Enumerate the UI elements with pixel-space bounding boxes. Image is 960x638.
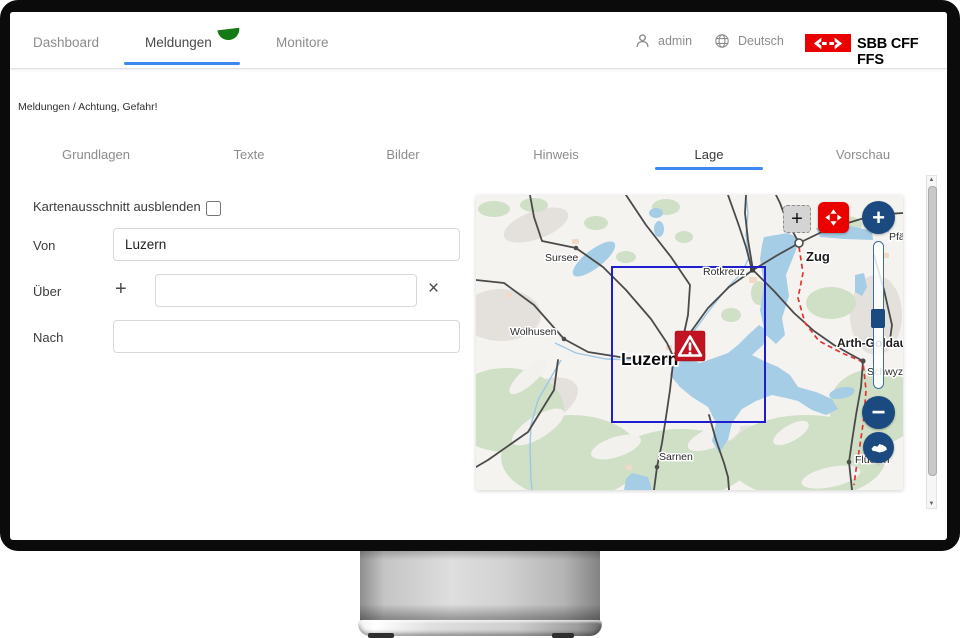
browser-viewport: Dashboard Meldungen Monitore admin [10, 12, 947, 540]
pan-mode-button[interactable] [818, 202, 849, 233]
nach-label: Nach [33, 330, 63, 345]
town-label: Sursee [545, 252, 578, 264]
switzerland-icon [869, 441, 889, 454]
plus-icon: + [791, 208, 803, 231]
tab-label: Lage [695, 147, 724, 162]
von-label: Von [33, 238, 55, 253]
town-label: Luzern [621, 349, 678, 369]
nav-item-monitore[interactable]: Monitore [276, 35, 329, 50]
hide-map-checkbox[interactable] [206, 201, 221, 216]
town-label: Arth-Goldau [837, 336, 903, 350]
tab-label: Vorschau [836, 147, 890, 162]
draw-rectangle-button[interactable]: + [783, 205, 811, 233]
town-label: Zug [806, 249, 830, 264]
zoom-in-button[interactable]: + [862, 201, 895, 234]
user-menu[interactable]: admin [635, 33, 692, 48]
user-icon [635, 33, 650, 48]
nav-item-meldungen[interactable]: Meldungen [145, 35, 212, 50]
page: Dashboard Meldungen Monitore admin [0, 0, 960, 638]
move-arrows-icon [824, 208, 843, 227]
map-graphics: Sursee Wolhusen Luzern Rotkreuz Zug Arth… [476, 195, 903, 490]
hide-map-label: Kartenausschnitt ausblenden [33, 199, 201, 214]
danger-marker-icon[interactable] [675, 331, 705, 361]
tab-bilder[interactable]: Bilder [343, 145, 463, 173]
top-navbar: Dashboard Meldungen Monitore admin [10, 12, 947, 69]
tab-label: Hinweis [533, 147, 579, 162]
tab-label: Bilder [386, 147, 419, 162]
nav-item-dashboard[interactable]: Dashboard [33, 35, 99, 50]
tab-label: Grundlagen [62, 147, 130, 162]
notification-badge [217, 28, 240, 42]
nach-input[interactable] [113, 320, 460, 353]
close-icon: × [428, 278, 439, 299]
scroll-up-icon[interactable]: ▲ [927, 177, 936, 183]
globe-icon [714, 33, 730, 49]
clear-via-button[interactable]: × [428, 280, 439, 298]
language-label: Deutsch [738, 34, 784, 48]
town-label: Wolhusen [510, 326, 557, 338]
scrollbar-thumb[interactable] [928, 186, 937, 476]
active-tab-underline [655, 167, 763, 170]
nav-item-label: Monitore [276, 35, 329, 50]
sbb-arrows-icon [808, 36, 848, 51]
monitor-foot [368, 633, 394, 638]
active-nav-underline [124, 62, 240, 65]
tab-hinweis[interactable]: Hinweis [496, 145, 616, 173]
monitor-stand [360, 551, 600, 621]
zoom-slider-handle[interactable] [871, 309, 885, 328]
town-label: Pfäffikon [889, 231, 903, 243]
nav-item-label: Meldungen [145, 35, 212, 50]
zoom-out-button[interactable]: − [862, 396, 895, 429]
tab-grundlagen[interactable]: Grundlagen [36, 145, 156, 173]
plus-icon: + [872, 205, 885, 231]
scroll-down-icon[interactable]: ▼ [927, 501, 936, 507]
monitor-frame: Dashboard Meldungen Monitore admin [0, 0, 960, 551]
ueber-label: Über [33, 284, 61, 299]
plus-icon: + [115, 278, 127, 300]
add-via-button[interactable]: + [115, 280, 127, 298]
vertical-scrollbar[interactable]: ▲ ▼ [926, 175, 937, 509]
brand-wordmark: SBB CFF FFS [857, 36, 947, 68]
tab-texte[interactable]: Texte [189, 145, 309, 173]
ueber-input[interactable] [155, 274, 417, 307]
minus-icon: − [871, 399, 885, 427]
map-canvas[interactable]: Sursee Wolhusen Luzern Rotkreuz Zug Arth… [476, 195, 903, 490]
monitor-foot [552, 633, 574, 638]
tab-label: Texte [233, 147, 264, 162]
reset-extent-button[interactable] [863, 432, 894, 463]
user-name: admin [658, 34, 692, 48]
sbb-logo[interactable] [805, 34, 851, 52]
von-input[interactable] [113, 228, 460, 261]
language-switcher[interactable]: Deutsch [714, 33, 784, 49]
nav-item-label: Dashboard [33, 35, 99, 50]
breadcrumb: Meldungen / Achtung, Gefahr! [18, 101, 158, 113]
tab-vorschau[interactable]: Vorschau [803, 145, 923, 173]
town-label: Rotkreuz [703, 266, 745, 278]
town-label: Sarnen [659, 451, 693, 463]
